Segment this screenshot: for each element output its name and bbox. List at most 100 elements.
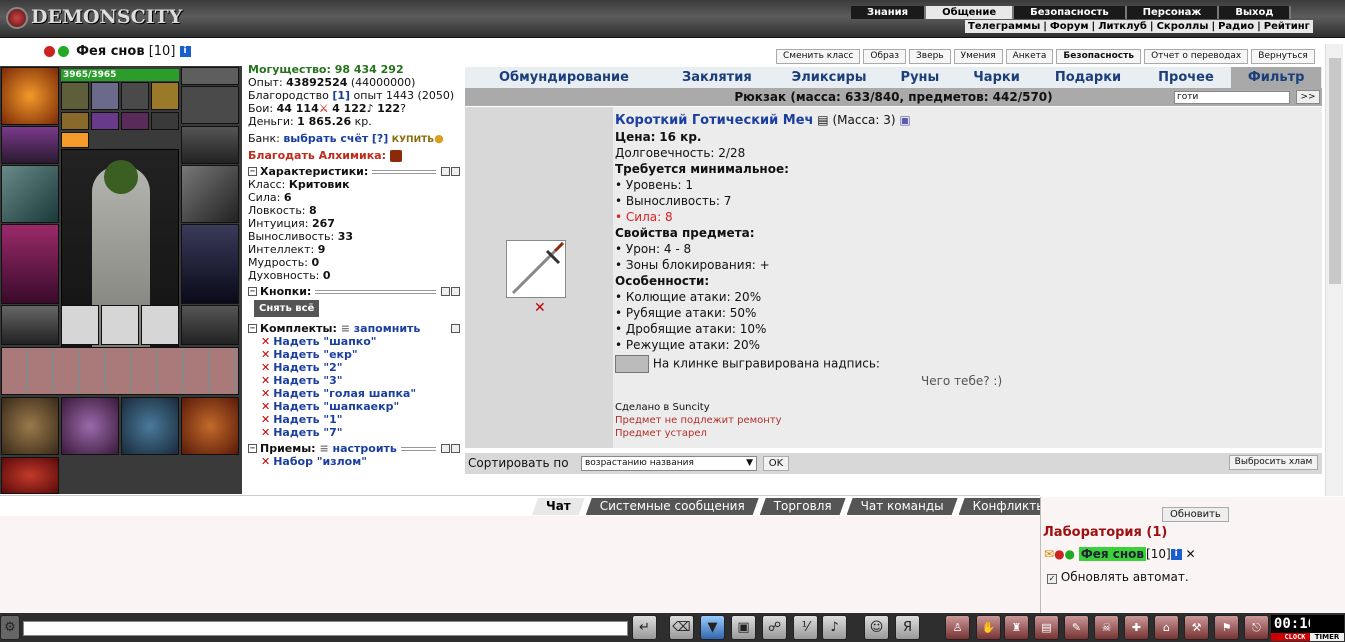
small-slot-4[interactable] bbox=[151, 112, 179, 130]
tab-gifts[interactable]: Подарки bbox=[1055, 70, 1121, 85]
security-button[interactable]: Безопасность bbox=[1056, 49, 1142, 64]
tab-runes[interactable]: Руны bbox=[901, 70, 940, 85]
weapon-slot[interactable] bbox=[1, 165, 59, 223]
tab-charms[interactable]: Чарки bbox=[973, 70, 1020, 85]
profile-button[interactable]: Анкета bbox=[1005, 49, 1054, 64]
submenu-rating[interactable]: Рейтинг bbox=[1261, 20, 1313, 33]
bank-select-account-link[interactable]: выбрать счёт bbox=[283, 132, 368, 145]
gloves-slot[interactable] bbox=[181, 126, 239, 164]
page-scrollbar[interactable] bbox=[1325, 44, 1343, 496]
item-name[interactable]: Короткий Готический Меч bbox=[615, 113, 813, 128]
change-class-button[interactable]: Сменить класс bbox=[776, 49, 861, 64]
filter-search-input[interactable]: готи bbox=[1174, 91, 1290, 104]
scrollbar-thumb[interactable] bbox=[1329, 58, 1341, 284]
house-icon[interactable]: ⌂ bbox=[1154, 615, 1179, 640]
settings-gear-icon[interactable]: ⚙ bbox=[0, 615, 20, 640]
transfer-report-button[interactable]: Отчет о переводах bbox=[1144, 49, 1249, 64]
arrow-down-icon[interactable] bbox=[451, 444, 460, 453]
refresh-button[interactable]: Обновить bbox=[1162, 507, 1229, 522]
chat-log[interactable] bbox=[0, 516, 1040, 613]
auto-refresh-checkbox[interactable]: ✓ bbox=[1047, 574, 1057, 584]
chat-tab-trade[interactable]: Торговля bbox=[760, 498, 846, 515]
tab-filter[interactable]: Фильтр bbox=[1230, 67, 1322, 88]
bag-icon[interactable]: ♜ bbox=[1004, 615, 1029, 640]
filter-search-button[interactable]: >> bbox=[1296, 90, 1320, 104]
ring-slot-2[interactable] bbox=[121, 82, 149, 110]
arrow-down-icon[interactable] bbox=[451, 287, 460, 296]
helmet-slot[interactable] bbox=[1, 67, 59, 125]
armor-slot[interactable] bbox=[1, 224, 59, 304]
demonscity-logo[interactable]: DEMONSCITY bbox=[6, 6, 182, 32]
kit-item[interactable]: ✕ Надеть "екр" bbox=[248, 348, 460, 361]
return-button[interactable]: Вернуться bbox=[1251, 49, 1315, 64]
arrow-up-icon[interactable] bbox=[451, 324, 460, 333]
kit-item[interactable]: ✕ Надеть "шапко" bbox=[248, 335, 460, 348]
player-name[interactable]: Фея снов bbox=[1078, 547, 1147, 561]
kit-item[interactable]: ✕ Надеть "шапкаекр" bbox=[248, 400, 460, 413]
empty-slot-2[interactable] bbox=[101, 305, 139, 345]
smiley-icon[interactable]: ☺ bbox=[864, 615, 889, 640]
tools-icon[interactable]: ⚒ bbox=[1184, 615, 1209, 640]
empty-slot-1[interactable] bbox=[61, 305, 99, 345]
bag-slot-4[interactable] bbox=[181, 397, 239, 455]
earring-slot[interactable] bbox=[181, 67, 239, 85]
close-icon[interactable]: ✕ bbox=[1186, 547, 1196, 561]
skull-icon[interactable]: ☠ bbox=[1094, 615, 1119, 640]
sound-icon[interactable]: ♪ bbox=[822, 615, 847, 640]
submenu-forum[interactable]: Форум bbox=[1047, 20, 1092, 33]
item-description-icon[interactable]: ▤ bbox=[817, 113, 828, 127]
chat-tab-team[interactable]: Чат команды bbox=[847, 498, 958, 515]
ring-slot-3[interactable] bbox=[151, 82, 179, 110]
collapse-icon[interactable]: − bbox=[248, 287, 257, 296]
kit-item[interactable]: ✕ Надеть "7" bbox=[248, 426, 460, 439]
private-msg-icon[interactable]: ✉ bbox=[1044, 547, 1054, 561]
kit-item[interactable]: ✕ Надеть "3" bbox=[248, 374, 460, 387]
arrow-up-icon[interactable] bbox=[441, 167, 450, 176]
amulet-slot[interactable] bbox=[61, 82, 89, 110]
translit-icon[interactable]: Я bbox=[895, 615, 920, 640]
offhand-slot[interactable] bbox=[181, 165, 239, 223]
kit-item[interactable]: ✕ Надеть "2" bbox=[248, 361, 460, 374]
submenu-telegrams[interactable]: Телеграммы bbox=[965, 20, 1043, 33]
tricks-configure-link[interactable]: настроить bbox=[333, 442, 397, 455]
chat-tab-chat[interactable]: Чат bbox=[532, 498, 585, 515]
collapse-icon[interactable]: − bbox=[248, 444, 257, 453]
send-icon[interactable]: ↵ bbox=[632, 615, 657, 640]
collapse-icon[interactable]: − bbox=[248, 167, 257, 176]
bracer-slot[interactable] bbox=[1, 126, 59, 164]
bag-slot-1[interactable] bbox=[1, 397, 59, 455]
submenu-scrolls[interactable]: Скроллы bbox=[1154, 20, 1212, 33]
legs-slot[interactable] bbox=[181, 224, 239, 304]
collapse-icon[interactable]: − bbox=[248, 324, 257, 333]
submenu-radio[interactable]: Радио bbox=[1215, 20, 1257, 33]
belt-slot[interactable] bbox=[1, 305, 59, 345]
potion-belt[interactable] bbox=[1, 347, 239, 395]
small-slot-5[interactable] bbox=[61, 132, 89, 148]
timer[interactable]: TIMER bbox=[1310, 615, 1344, 641]
run-icon[interactable]: ☍ bbox=[762, 615, 787, 640]
sword-item-image[interactable] bbox=[506, 240, 566, 298]
bank-buy-button[interactable]: КУПИТЬ bbox=[392, 135, 434, 145]
clan-icon[interactable] bbox=[44, 46, 55, 57]
boots-slot[interactable] bbox=[181, 305, 239, 345]
arrow-up-icon[interactable] bbox=[441, 287, 450, 296]
menu-character[interactable]: Персонаж bbox=[1127, 6, 1220, 19]
bag-slot-2[interactable] bbox=[61, 397, 119, 455]
tab-other[interactable]: Прочее bbox=[1158, 70, 1214, 85]
submenu-litclub[interactable]: Литклуб bbox=[1095, 20, 1150, 33]
small-slot-2[interactable] bbox=[91, 112, 119, 130]
menu-security[interactable]: Безопасность bbox=[1014, 6, 1127, 19]
arrow-down-icon[interactable] bbox=[451, 167, 460, 176]
necklace-slot[interactable] bbox=[181, 86, 239, 124]
tab-equipment[interactable]: Обмундирование bbox=[499, 70, 629, 85]
tab-elixirs[interactable]: Эликсиры bbox=[792, 70, 867, 85]
menu-communication[interactable]: Общение bbox=[926, 6, 1015, 19]
bag-slot-3[interactable] bbox=[121, 397, 179, 455]
trick-set-item[interactable]: ✕ Набор "излом" bbox=[248, 455, 460, 468]
delete-item-icon[interactable]: ✕ bbox=[534, 300, 546, 316]
speed-icon[interactable]: ⅟ bbox=[793, 615, 818, 640]
info-icon[interactable]: i bbox=[1170, 549, 1182, 560]
info-icon[interactable]: i bbox=[179, 46, 191, 57]
kit-item[interactable]: ✕ Надеть "голая шапка" bbox=[248, 387, 460, 400]
sort-ok-button[interactable]: OK bbox=[763, 456, 789, 471]
